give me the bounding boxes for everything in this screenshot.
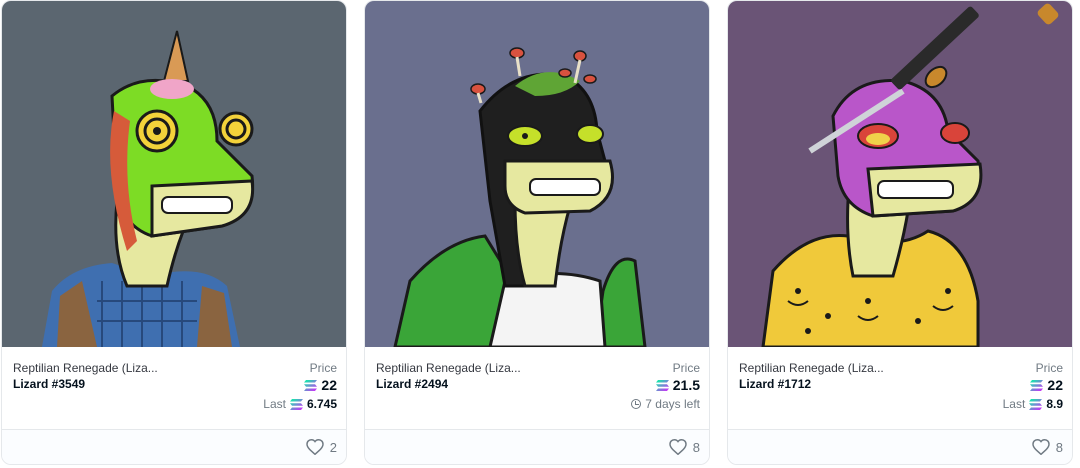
last-sale-amount: 8.9 [1046, 397, 1063, 411]
favorite-count: 8 [1055, 439, 1063, 455]
nft-image[interactable] [2, 1, 346, 347]
price-value: 22 [304, 377, 337, 393]
last-sale-amount: 6.745 [306, 397, 337, 411]
price-label: Price [672, 361, 700, 375]
price-amount: 21.5 [672, 377, 700, 393]
lizard-artwork [2, 1, 346, 347]
last-sale-label: Last [263, 397, 286, 411]
heart-icon [669, 439, 687, 455]
favorite-count: 2 [329, 439, 337, 455]
heart-icon [1032, 439, 1050, 455]
time-left-label: 7 days left [645, 397, 700, 411]
favorite-button[interactable]: 2 [306, 439, 337, 455]
token-name[interactable]: Lizard #2494 [376, 377, 448, 391]
collection-name[interactable]: Reptilian Renegade (Liza... [739, 361, 884, 375]
card-footer: 8 [365, 429, 709, 464]
price-label: Price [1035, 361, 1063, 375]
solana-icon [1030, 379, 1044, 391]
heart-icon [306, 439, 324, 455]
nft-card-lizard-1712[interactable]: Reptilian Renegade (Liza... Lizard #1712… [727, 0, 1073, 465]
card-footer: 2 [2, 429, 346, 464]
nft-image[interactable] [365, 1, 709, 347]
nft-card-lizard-3549[interactable]: Reptilian Renegade (Liza... Lizard #3549… [1, 0, 347, 465]
lizard-artwork [728, 1, 1072, 347]
token-name[interactable]: Lizard #1712 [739, 377, 811, 391]
price-amount: 22 [321, 377, 337, 393]
last-sale: Last 6.745 [263, 397, 337, 411]
favorite-button[interactable]: 8 [1032, 439, 1063, 455]
token-name[interactable]: Lizard #3549 [13, 377, 85, 391]
favorite-button[interactable]: 8 [669, 439, 700, 455]
nft-card-lizard-2494[interactable]: Reptilian Renegade (Liza... Lizard #2494… [364, 0, 710, 465]
price-amount: 22 [1047, 377, 1063, 393]
collection-name[interactable]: Reptilian Renegade (Liza... [13, 361, 158, 375]
price-label: Price [309, 361, 337, 375]
solana-icon [289, 398, 303, 410]
price-value: 22 [1030, 377, 1063, 393]
clock-icon [631, 399, 642, 409]
last-sale-label: Last [1002, 397, 1026, 411]
solana-icon [655, 379, 669, 391]
auction-time-left: 7 days left [631, 397, 700, 411]
collection-name[interactable]: Reptilian Renegade (Liza... [376, 361, 521, 375]
price-value: 21.5 [655, 377, 700, 393]
solana-icon [304, 379, 318, 391]
card-footer: 8 [728, 429, 1072, 464]
lizard-artwork [365, 1, 709, 347]
solana-icon [1029, 398, 1043, 410]
nft-image[interactable] [728, 1, 1072, 347]
favorite-count: 8 [692, 439, 700, 455]
last-sale: Last 8.9 [1003, 397, 1063, 411]
